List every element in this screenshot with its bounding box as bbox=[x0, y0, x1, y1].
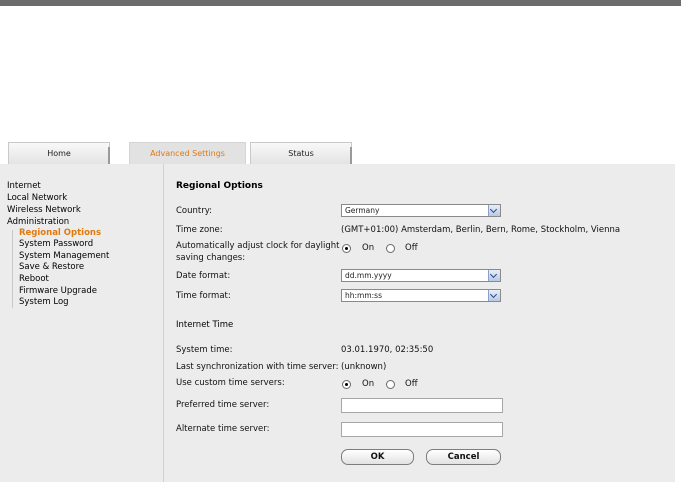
last-sync-label: Last synchronization with time server: bbox=[176, 362, 339, 372]
dst-on-radio[interactable] bbox=[342, 244, 351, 253]
sidebar-item-wireless-network[interactable]: Wireless Network bbox=[7, 205, 81, 215]
time-format-label: Time format: bbox=[176, 291, 231, 301]
ok-button[interactable]: OK bbox=[341, 449, 414, 465]
timezone-label: Time zone: bbox=[176, 225, 223, 235]
custom-servers-on-label: On bbox=[362, 379, 375, 389]
tab-edge bbox=[108, 147, 110, 165]
time-format-value: hh:mm:ss bbox=[345, 291, 382, 300]
dst-on-label: On bbox=[362, 243, 375, 253]
dst-label-line2: saving changes: bbox=[176, 253, 246, 263]
sidebar-item-save-restore[interactable]: Save & Restore bbox=[19, 262, 84, 272]
last-sync-value: (unknown) bbox=[341, 362, 387, 372]
sidebar-item-administration[interactable]: Administration bbox=[7, 217, 69, 227]
top-bar bbox=[0, 0, 681, 6]
time-format-select[interactable]: hh:mm:ss bbox=[341, 289, 501, 302]
sidebar-item-regional-options[interactable]: Regional Options bbox=[19, 228, 101, 238]
tab-home[interactable]: Home bbox=[8, 142, 110, 165]
sidebar-subnav-line bbox=[12, 230, 13, 308]
alternate-server-label: Alternate time server: bbox=[176, 424, 270, 434]
tab-advanced-settings[interactable]: Advanced Settings bbox=[129, 142, 246, 164]
preferred-server-input[interactable] bbox=[341, 398, 503, 413]
custom-servers-on-radio[interactable] bbox=[342, 380, 351, 389]
tab-status[interactable]: Status bbox=[250, 142, 352, 165]
sidebar-item-system-management[interactable]: System Management bbox=[19, 251, 109, 261]
system-time-value: 03.01.1970, 02:35:50 bbox=[341, 345, 434, 355]
sidebar-item-system-log[interactable]: System Log bbox=[19, 297, 69, 307]
sidebar-item-firmware-upgrade[interactable]: Firmware Upgrade bbox=[19, 286, 97, 296]
custom-servers-off-label: Off bbox=[405, 379, 418, 389]
chevron-down-icon[interactable] bbox=[488, 270, 500, 281]
preferred-server-label: Preferred time server: bbox=[176, 400, 270, 410]
alternate-server-input[interactable] bbox=[341, 422, 503, 437]
date-format-label: Date format: bbox=[176, 271, 231, 281]
sidebar-item-reboot[interactable]: Reboot bbox=[19, 274, 49, 284]
cancel-button[interactable]: Cancel bbox=[426, 449, 501, 465]
sidebar-item-system-password[interactable]: System Password bbox=[19, 239, 93, 249]
country-label: Country: bbox=[176, 206, 213, 216]
chevron-down-icon[interactable] bbox=[488, 205, 500, 216]
tab-label: Home bbox=[47, 149, 71, 158]
custom-servers-label: Use custom time servers: bbox=[176, 378, 285, 388]
date-format-value: dd.mm.yyyy bbox=[345, 271, 392, 280]
country-select[interactable]: Germany bbox=[341, 204, 501, 217]
system-time-label: System time: bbox=[176, 345, 233, 355]
sidebar-item-local-network[interactable]: Local Network bbox=[7, 193, 67, 203]
tab-label: Status bbox=[288, 149, 314, 158]
page-title: Regional Options bbox=[176, 181, 263, 191]
dst-off-radio[interactable] bbox=[386, 244, 395, 253]
date-format-select[interactable]: dd.mm.yyyy bbox=[341, 269, 501, 282]
internet-time-heading: Internet Time bbox=[176, 320, 234, 330]
timezone-value: (GMT+01:00) Amsterdam, Berlin, Bern, Rom… bbox=[341, 225, 621, 235]
dst-off-label: Off bbox=[405, 243, 418, 253]
sidebar-item-internet[interactable]: Internet bbox=[7, 181, 41, 191]
dst-label-line1: Automatically adjust clock for daylight bbox=[176, 241, 340, 251]
tab-edge bbox=[350, 147, 352, 165]
chevron-down-icon[interactable] bbox=[488, 290, 500, 301]
custom-servers-off-radio[interactable] bbox=[386, 380, 395, 389]
tab-label: Advanced Settings bbox=[150, 149, 225, 158]
country-select-value: Germany bbox=[345, 206, 380, 215]
